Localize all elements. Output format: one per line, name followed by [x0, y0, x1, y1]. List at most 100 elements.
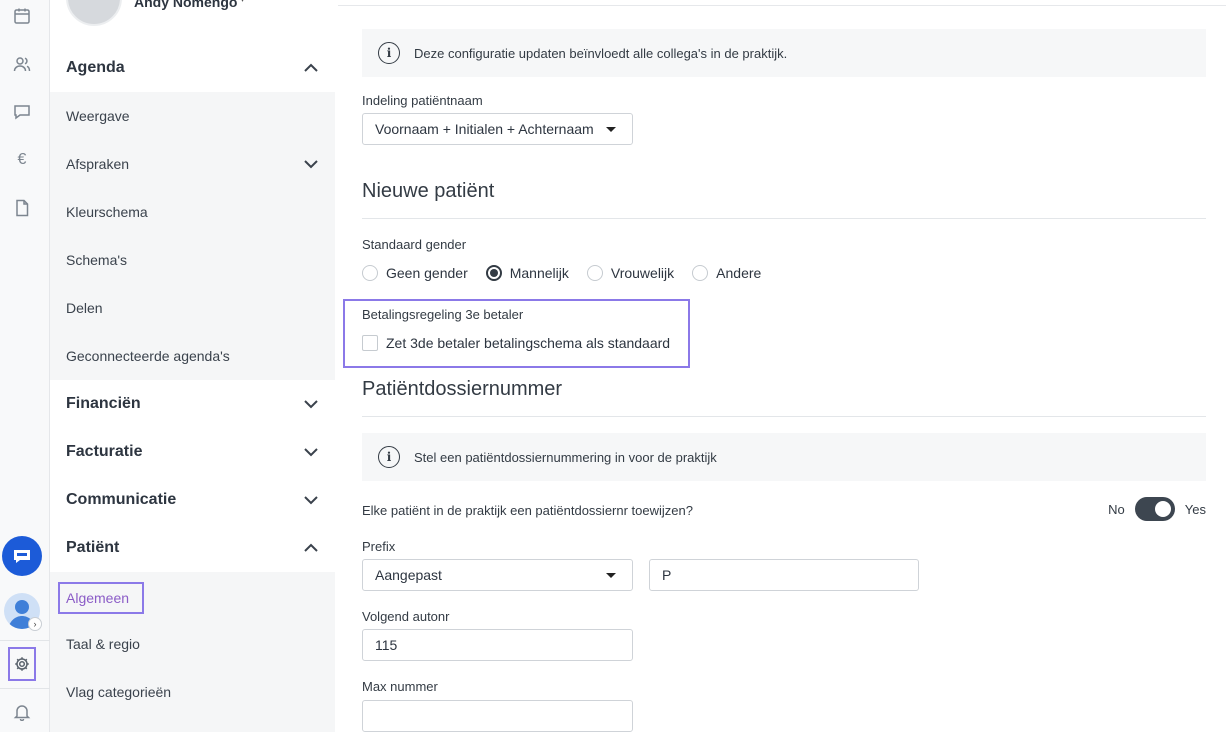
sidebar-item-label: Weergave — [66, 108, 130, 124]
section-label: Patiënt — [66, 539, 120, 556]
top-divider — [338, 0, 1226, 6]
divider — [362, 416, 1206, 417]
sidebar-item-label: Vlag categorieën — [66, 684, 172, 700]
third-payer-label: Betalingsregeling 3e betaler — [362, 307, 524, 322]
info-icon: i — [378, 446, 400, 468]
chevron-down-icon — [303, 444, 318, 458]
input-value: 115 — [375, 637, 398, 653]
section-label: Communicatie — [66, 491, 177, 508]
section-patient[interactable]: Patiënt — [50, 524, 335, 572]
radio-vrouwelijk[interactable]: Vrouwelijk — [586, 265, 675, 281]
chevron-down-icon — [303, 156, 318, 170]
section-label: Financiën — [66, 395, 141, 412]
prefix-input[interactable]: P — [649, 559, 919, 591]
sidebar-item-vlag-categorieen[interactable]: Vlag categorieën — [50, 668, 335, 716]
caret-down-icon — [606, 573, 616, 578]
settings-main: i Deze configuratie updaten beïnvloedt a… — [338, 0, 1226, 732]
section-label: Agenda — [66, 59, 125, 76]
sidebar-item-weergave[interactable]: Weergave — [50, 92, 335, 140]
radio-label: Mannelijk — [509, 265, 569, 281]
sidebar-item-label: Kleurschema — [66, 204, 148, 220]
radio-label: Vrouwelijk — [610, 265, 675, 281]
sidebar-item-taal-regio[interactable]: Taal & regio — [50, 620, 335, 668]
sidebar-item-schemas[interactable]: Schema's — [50, 236, 335, 284]
euro-icon[interactable]: € — [12, 150, 32, 170]
sidebar-item-label: Delen — [66, 300, 103, 316]
select-value: Aangepast — [375, 567, 442, 583]
user-name: Andy Nomengo — [134, 0, 238, 10]
euro-glyph: € — [17, 151, 27, 168]
next-autonr-input[interactable]: 115 — [362, 629, 633, 661]
icon-rail: € › — [0, 0, 50, 732]
bell-icon[interactable] — [12, 702, 32, 722]
sidebar-item-label: Algemeen — [66, 590, 130, 606]
radio-circle-selected[interactable] — [485, 265, 502, 281]
assign-toggle-group: No Yes — [1108, 497, 1206, 521]
new-patient-heading: Nieuwe patiënt — [362, 180, 495, 202]
section-agenda[interactable]: Agenda — [50, 44, 335, 92]
input-value: P — [662, 567, 672, 583]
radio-geen-gender[interactable]: Geen gender — [362, 265, 468, 281]
support-chat-icon[interactable] — [2, 536, 42, 576]
divider — [0, 688, 50, 689]
chat-icon[interactable] — [12, 102, 32, 122]
chevron-down-icon[interactable]: ▾ — [240, 0, 245, 5]
user-block[interactable]: Andy Nomengo ▾ — [50, 0, 335, 44]
info-text: Deze configuratie updaten beïnvloedt all… — [414, 45, 788, 61]
chevron-down-icon — [303, 492, 318, 506]
sidebar-item-geconnecteerde-agendas[interactable]: Geconnecteerde agenda's — [50, 332, 335, 380]
sidebar-item-label: Afspraken — [66, 156, 130, 172]
toggle-no-label: No — [1108, 501, 1125, 517]
sidebar-item-label: Schema's — [66, 252, 128, 268]
radio-mannelijk[interactable]: Mannelijk — [485, 265, 569, 281]
third-payer-checkbox-row[interactable]: Zet 3de betaler betalingschema als stand… — [362, 333, 670, 353]
gender-label: Standaard gender — [362, 237, 467, 252]
chevron-right-icon[interactable]: › — [28, 617, 42, 631]
document-icon[interactable] — [12, 198, 32, 218]
max-number-label: Max nummer — [362, 679, 438, 694]
section-communicatie[interactable]: Communicatie — [50, 476, 335, 524]
radio-circle[interactable] — [586, 265, 603, 281]
gear-icon — [15, 657, 29, 671]
sidebar-item-delen[interactable]: Delen — [50, 284, 335, 332]
info-text: Stel een patiëntdossiernummering in voor… — [414, 449, 717, 465]
select-value: Voornaam + Initialen + Achternaam — [375, 121, 594, 137]
sidebar-item-label: Geconnecteerde agenda's — [66, 348, 230, 364]
assign-question: Elke patiënt in de praktijk een patiëntd… — [362, 503, 693, 518]
radio-circle[interactable] — [692, 265, 709, 281]
sidebar-item-afspraken[interactable]: Afspraken — [50, 140, 335, 188]
prefix-label: Prefix — [362, 539, 396, 554]
radio-label: Geen gender — [386, 265, 468, 281]
checkbox-label: Zet 3de betaler betalingschema als stand… — [386, 335, 671, 351]
settings-sidebar: Andy Nomengo ▾ Agenda Weergave Afspraken… — [50, 0, 335, 732]
sidebar-item-kleurschema[interactable]: Kleurschema — [50, 188, 335, 236]
third-payer-checkbox[interactable] — [362, 335, 378, 351]
divider — [362, 218, 1206, 219]
radio-label: Andere — [716, 265, 762, 281]
dossier-heading: Patiëntdossiernummer — [362, 378, 563, 400]
user-avatar[interactable] — [66, 0, 122, 26]
sidebar-item-label: Taal & regio — [66, 636, 140, 652]
assign-toggle[interactable] — [1134, 497, 1175, 521]
settings-button[interactable] — [8, 647, 36, 681]
section-financien[interactable]: Financiën — [50, 380, 335, 428]
toggle-yes-label: Yes — [1184, 501, 1206, 517]
chevron-up-icon — [303, 540, 318, 554]
chevron-down-icon — [303, 396, 318, 410]
name-format-label: Indeling patiëntnaam — [362, 93, 483, 108]
sidebar-item-algemeen[interactable]: Algemeen — [58, 582, 144, 614]
sidebar-item-next — [50, 716, 335, 732]
section-label: Facturatie — [66, 443, 143, 460]
caret-down-icon — [606, 127, 616, 132]
users-icon[interactable] — [12, 54, 32, 74]
radio-andere[interactable]: Andere — [692, 265, 761, 281]
section-facturatie[interactable]: Facturatie — [50, 428, 335, 476]
next-autonr-label: Volgend autonr — [362, 609, 450, 624]
prefix-type-select[interactable]: Aangepast — [362, 559, 633, 591]
chevron-up-icon — [303, 60, 318, 74]
info-banner-config: i Deze configuratie updaten beïnvloedt a… — [362, 29, 1206, 77]
calendar-icon[interactable] — [12, 6, 32, 26]
name-format-select[interactable]: Voornaam + Initialen + Achternaam — [362, 113, 633, 145]
max-number-input[interactable] — [362, 700, 633, 732]
radio-circle[interactable] — [362, 265, 378, 281]
